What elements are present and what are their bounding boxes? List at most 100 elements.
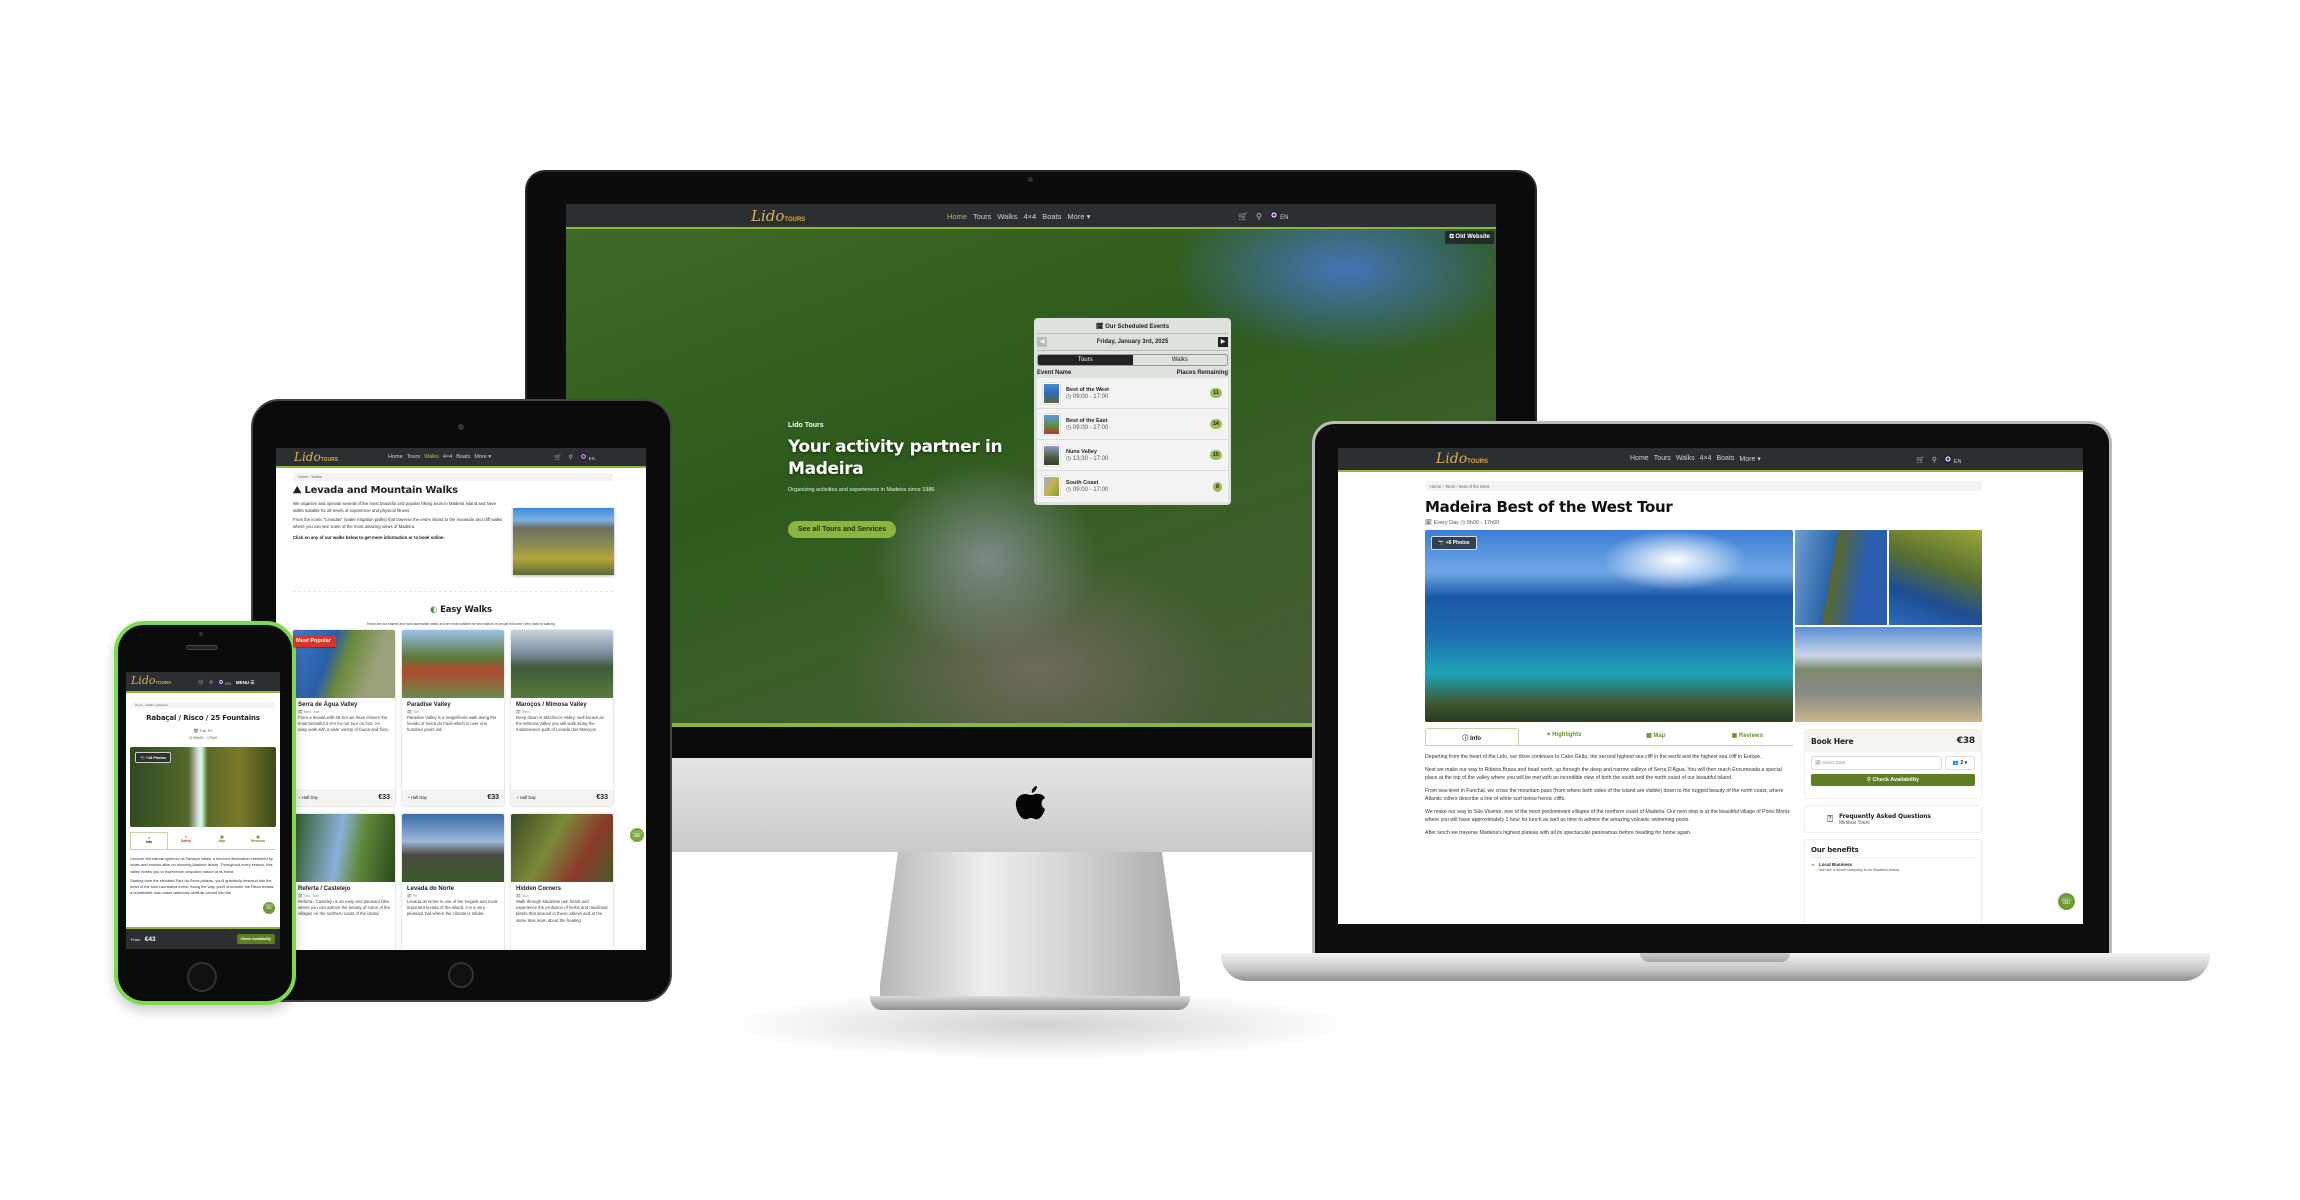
language-selector[interactable]: EN	[217, 679, 231, 687]
intro-image	[513, 508, 614, 575]
breadcrumb-home[interactable]: Home	[135, 703, 143, 707]
logo[interactable]: Lido TOURS	[131, 674, 171, 687]
nav-tours[interactable]: Tours	[407, 454, 420, 460]
people-select[interactable]: 👥 2 ▾	[1945, 756, 1975, 770]
nav-4x4[interactable]: 4×4	[443, 454, 452, 460]
language-selector[interactable]: EN	[1269, 211, 1288, 221]
nav-walks[interactable]: Walks	[1676, 455, 1695, 463]
gallery-image[interactable]	[1795, 530, 1887, 625]
description-paragraph: Next we make our way to Ribeira Brava an…	[1425, 767, 1782, 782]
nav-home[interactable]: Home	[947, 212, 967, 221]
gallery-main-image[interactable]: 📷 +18 Photos	[130, 747, 276, 827]
search-icon[interactable]: ⚲	[209, 680, 213, 686]
photos-button[interactable]: 📷 +18 Photos	[135, 752, 172, 763]
see-all-tours-button[interactable]: See all Tours and Services	[788, 521, 897, 538]
tab-info[interactable]: ☺ Info	[130, 832, 168, 849]
nav-boats[interactable]: Boats	[1716, 455, 1734, 463]
nav-boats[interactable]: Boats	[1042, 212, 1061, 221]
chat-bubble-icon[interactable]: ☏	[263, 902, 275, 914]
event-thumbnail	[1043, 382, 1060, 404]
tab-highlights[interactable]: ⌖ Highlights	[1519, 728, 1611, 745]
event-thumbnail	[1043, 444, 1060, 466]
breadcrumb-walks[interactable]: Walks	[146, 703, 154, 707]
menu-button[interactable]: MENU ☰	[236, 680, 255, 686]
nav-more[interactable]: More ▾	[1739, 455, 1760, 463]
nav-tours[interactable]: Tours	[1654, 455, 1671, 463]
flag-uk-icon	[217, 679, 224, 685]
imac-stand-base	[870, 996, 1190, 1010]
event-thumbnail	[1043, 476, 1060, 497]
nav-4x4[interactable]: 4×4	[1700, 455, 1712, 463]
duration-icon: ◔	[407, 795, 410, 800]
breadcrumb-home[interactable]: Home	[298, 475, 308, 479]
search-icon[interactable]: ⚲	[568, 454, 572, 461]
duration-icon: ◔	[298, 795, 301, 800]
divider	[293, 591, 613, 592]
tour-tabs: ⓘ Info ⌖ Highlights ▦ Map ▣ Reviews	[1425, 728, 1793, 746]
tab-reviews[interactable]: ▣ Reviews	[240, 832, 276, 849]
imac-stand	[880, 852, 1180, 1002]
events-tabs: Tours Walks	[1037, 354, 1228, 366]
tab-tours[interactable]: Tours	[1038, 355, 1133, 365]
main-nav: Home Tours Walks 4×4 Boats More ▾	[1630, 455, 1761, 463]
prev-day-button[interactable]: ◀	[1037, 337, 1047, 347]
faq-card[interactable]: ⍰ Frequently Asked Questions Minibus Tour…	[1804, 805, 1982, 833]
nav-walks[interactable]: Walks	[997, 212, 1017, 221]
logo[interactable]: Lido TOURS	[1436, 451, 1488, 467]
cart-icon[interactable]: 🛒	[1238, 212, 1248, 221]
event-row[interactable]: Best of the West ◷ 09:00 - 17:00 11	[1037, 378, 1228, 409]
gallery-image[interactable]	[1795, 627, 1982, 722]
location-pin-icon: ⌖	[1811, 862, 1815, 869]
nav-boats[interactable]: Boats	[456, 454, 470, 460]
event-row[interactable]: South Coast ◷ 09:00 - 17:00 8	[1037, 471, 1228, 502]
nav-more[interactable]: More ▾	[474, 454, 491, 460]
tablet-home-button[interactable]	[448, 962, 474, 988]
search-icon[interactable]: ⚲	[1932, 456, 1937, 464]
hero-title: Your activity partner in Madeira	[788, 437, 1003, 480]
old-website-button[interactable]: ⧉ Old Website	[1445, 231, 1494, 244]
nav-home[interactable]: Home	[1630, 455, 1649, 463]
walk-card[interactable]: Paradise Valley 🗓 Tue Paradise Valley is a…	[402, 630, 504, 806]
walk-card[interactable]: Hidden Corners 🗓 Sun Walk through Madeiras…	[511, 814, 613, 950]
language-selector[interactable]: EN	[579, 453, 595, 462]
tab-walks[interactable]: Walks	[1133, 355, 1228, 365]
walk-card[interactable]: Serra de Água Valley 🗓 Mon, Sat From a lev…	[293, 630, 395, 806]
nav-tours[interactable]: Tours	[973, 212, 991, 221]
gallery-image[interactable]	[1889, 530, 1982, 625]
breadcrumb-tours[interactable]: Tours	[1445, 484, 1455, 489]
cart-icon[interactable]: 🛒	[198, 680, 204, 686]
event-row[interactable]: Best of the East ◷ 09:00 - 17:00 14	[1037, 409, 1228, 440]
phone-home-button[interactable]	[187, 962, 217, 992]
breadcrumb-home[interactable]: Home	[1430, 484, 1441, 489]
check-availability-button[interactable]: ⚲ Check Availability	[1811, 774, 1975, 786]
walk-card[interactable]: Referta / Castelejo 🗓 Thu, Sun Referta / C…	[293, 814, 395, 950]
tab-reviews[interactable]: ▣ Reviews	[1702, 728, 1794, 745]
tab-info[interactable]: ⓘ Info	[1425, 728, 1519, 745]
logo[interactable]: Lido TOURS	[751, 207, 805, 225]
nav-home[interactable]: Home	[388, 454, 403, 460]
cart-icon[interactable]: 🛒	[554, 454, 561, 461]
nav-walks[interactable]: Walks	[424, 454, 439, 460]
tab-map[interactable]: ▦ Map	[204, 832, 240, 849]
chat-bubble-icon[interactable]: ☏	[2058, 893, 2075, 910]
page-title: Rabaçal / Risco / 25 Fountains	[146, 714, 260, 722]
tab-safety[interactable]: ⌖ Safety	[168, 832, 204, 849]
select-date-input[interactable]: 🗓 Select Date	[1811, 756, 1942, 770]
walk-card[interactable]: Levada do Norte 🗓 Fri Levada do Norte is o…	[402, 814, 504, 950]
walk-card[interactable]: Maroços / Mimosa Valley 🗓 Wed Deep down in…	[511, 630, 613, 806]
nav-more[interactable]: More ▾	[1067, 212, 1090, 221]
search-icon[interactable]: ⚲	[1256, 212, 1262, 221]
language-selector[interactable]: EN	[1943, 455, 1961, 465]
nav-4x4[interactable]: 4×4	[1024, 212, 1037, 221]
events-title-row: 🗓 Our Scheduled Events	[1037, 321, 1228, 334]
photos-button[interactable]: 📷 +8 Photos	[1431, 536, 1477, 550]
main-nav: Home Tours Walks 4×4 Boats More ▾	[388, 454, 491, 460]
event-row[interactable]: Nuns Valley ◷ 13:30 - 17:00 15	[1037, 440, 1228, 471]
gallery-main-image[interactable]: 📷 +8 Photos	[1425, 530, 1793, 722]
next-day-button[interactable]: ▶	[1218, 337, 1228, 347]
logo[interactable]: Lido TOURS	[294, 450, 338, 464]
chat-bubble-icon[interactable]: ☏	[630, 828, 644, 842]
tab-map[interactable]: ▦ Map	[1610, 728, 1702, 745]
cart-icon[interactable]: 🛒	[1916, 456, 1925, 464]
check-availability-button[interactable]: Check Availability	[236, 934, 275, 944]
